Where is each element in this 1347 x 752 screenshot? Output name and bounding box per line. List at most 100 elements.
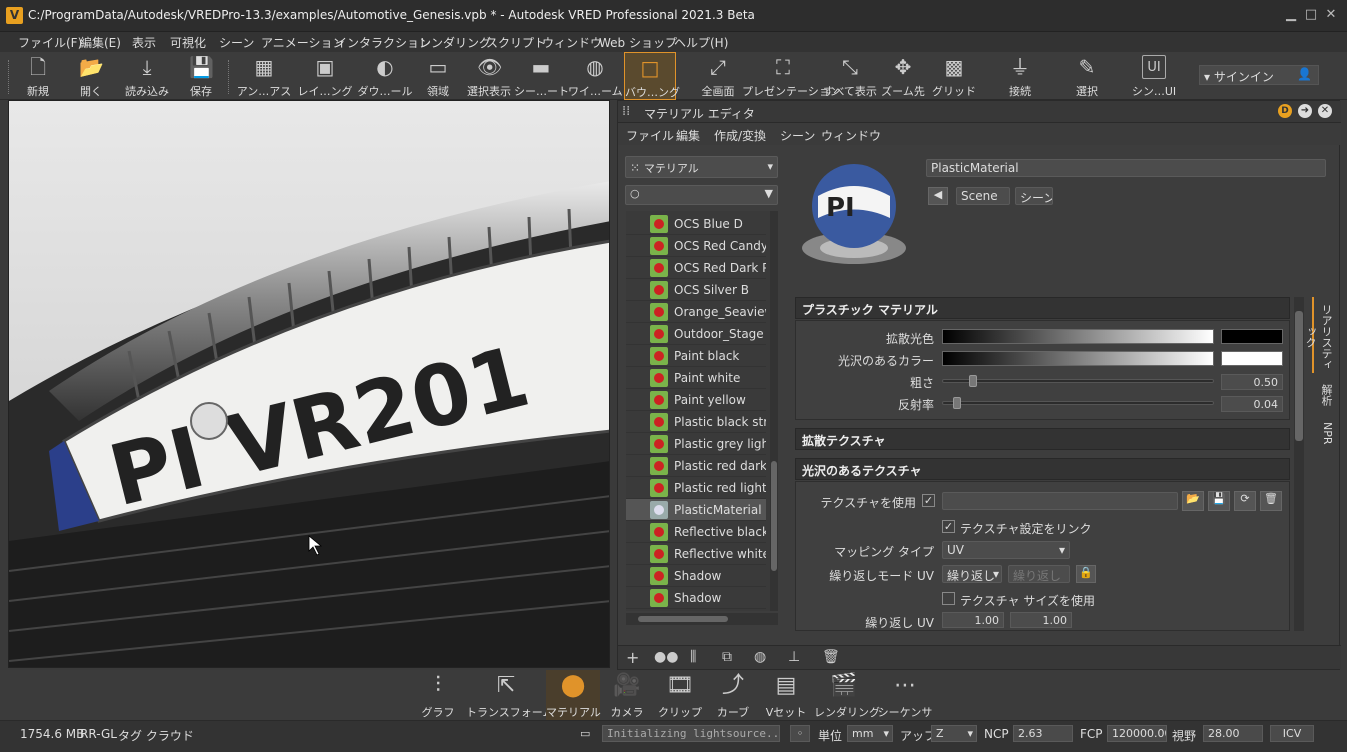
ncp-input[interactable]: 2.63 xyxy=(1013,725,1073,742)
wireframe-button[interactable]: ◍ ワイ…ーム xyxy=(568,52,623,100)
raytracing-button[interactable]: ▣ レイ…ング xyxy=(296,52,354,100)
list-item[interactable]: Outdoor_Stage xyxy=(626,323,766,345)
terminal-icon[interactable]: ▭ xyxy=(580,727,590,740)
maximize-icon[interactable]: □ xyxy=(1303,7,1319,23)
list-item[interactable]: Plastic red light xyxy=(626,477,766,499)
section-glossy-texture[interactable]: 光沢のあるテクスチャ xyxy=(795,458,1290,480)
zoom-to-button[interactable]: ✥ ズーム先 xyxy=(878,52,928,100)
section-diffuse-texture[interactable]: 拡散テクスチャ xyxy=(795,428,1290,450)
material-filter-dropdown[interactable]: ⁙ マテリアル ▾ xyxy=(625,156,778,178)
link-texture-checkbox[interactable]: ✓ xyxy=(942,520,955,533)
save-button[interactable]: 💾 保存 xyxy=(178,52,224,100)
open-folder-icon[interactable]: 📂 xyxy=(1182,491,1204,511)
menu-visualize[interactable]: 可視化 xyxy=(170,34,206,51)
scrollbar-thumb[interactable] xyxy=(638,616,728,622)
filter-icon[interactable]: ▼ xyxy=(765,187,773,200)
arrow-right-icon[interactable]: ➜ xyxy=(1298,104,1312,118)
mapping-type-select[interactable]: UV ▾ xyxy=(942,541,1070,559)
minimize-icon[interactable]: ▁ xyxy=(1283,7,1299,23)
roughness-slider[interactable] xyxy=(942,375,1214,387)
slider-knob[interactable] xyxy=(969,375,977,387)
camera-button[interactable]: 🎥 カメラ xyxy=(604,670,650,720)
use-texture-checkbox[interactable]: ✓ xyxy=(922,494,935,507)
list-scrollbar[interactable] xyxy=(770,211,778,611)
show-all-button[interactable]: ⤡ すべて表示 xyxy=(822,52,878,100)
list-item[interactable]: Reflective black xyxy=(626,521,766,543)
switch-icon[interactable]: ⫼ xyxy=(690,649,696,665)
new-button[interactable]: 🗋 新規 xyxy=(14,52,62,100)
menu-help[interactable]: ヘルプ(H) xyxy=(674,34,728,51)
simple-ui-button[interactable]: UI シン…UI xyxy=(1128,52,1180,100)
glossy-color-swatch[interactable] xyxy=(1221,351,1283,366)
section-plastic-material[interactable]: プラスチック マテリアル xyxy=(795,297,1290,319)
fov-input[interactable]: 28.00 xyxy=(1203,725,1263,742)
list-item[interactable]: Orange_Seaview xyxy=(626,301,766,323)
select-nodes-icon[interactable]: ⧉ xyxy=(722,649,732,665)
menu-script[interactable]: スクリプト xyxy=(486,34,546,51)
list-item[interactable]: Reflective white xyxy=(626,543,766,565)
me-menu-edit[interactable]: 編集 xyxy=(676,127,700,144)
glossy-color-ramp[interactable] xyxy=(942,351,1214,366)
add-icon[interactable]: + xyxy=(626,648,639,667)
menu-interaction[interactable]: インタラクション xyxy=(335,34,431,51)
scene-plate-button[interactable]: ▬ シー…ート xyxy=(514,52,569,100)
open-button[interactable]: 📂 開く xyxy=(66,52,116,100)
save-icon[interactable]: 💾 xyxy=(1208,491,1230,511)
clear-icon[interactable]: ◦ xyxy=(790,725,810,742)
list-item[interactable]: Paint yellow xyxy=(626,389,766,411)
list-item[interactable]: OCS Blue D xyxy=(626,213,766,235)
delete-icon[interactable]: 🗑 xyxy=(822,649,840,665)
list-hscrollbar[interactable] xyxy=(626,613,778,625)
toolbar-grip[interactable] xyxy=(8,60,10,94)
region-button[interactable]: ▭ 領域 xyxy=(416,52,460,100)
apply-icon[interactable]: ⊥ xyxy=(788,649,800,665)
panel-grip-icon[interactable]: ⁞⁞ xyxy=(622,104,630,119)
diffuse-color-swatch[interactable] xyxy=(1221,329,1283,344)
trash-icon[interactable]: 🗑 xyxy=(1260,491,1282,511)
graph-button[interactable]: ⫶ グラフ xyxy=(416,670,460,720)
menu-animation[interactable]: アニメーション xyxy=(261,34,345,51)
me-menu-scene[interactable]: シーン xyxy=(780,127,815,144)
connect-button[interactable]: ⏚ 接続 xyxy=(1000,52,1040,100)
me-menu-create[interactable]: 作成/変換 xyxy=(714,127,766,144)
tab-npr[interactable]: NPR xyxy=(1312,413,1334,449)
list-item[interactable]: Plastic grey light xyxy=(626,433,766,455)
icv-button[interactable]: ICV xyxy=(1270,725,1314,742)
scrollbar-thumb[interactable] xyxy=(771,461,777,571)
isolate-view-button[interactable]: 👁 選択表示 xyxy=(462,52,516,100)
roughness-value[interactable]: 0.50 xyxy=(1221,374,1283,390)
list-item[interactable]: Plastic red dark structure xyxy=(626,455,766,477)
close-panel-icon[interactable]: ✕ xyxy=(1318,104,1332,118)
material-search-input[interactable]: ○ ▼ xyxy=(625,185,778,205)
close-icon[interactable]: ✕ xyxy=(1323,7,1339,23)
tag-cloud-link[interactable]: タグ クラウド xyxy=(118,727,194,744)
dock-icon[interactable]: D xyxy=(1278,104,1292,118)
list-item-selected[interactable]: PlasticMaterial xyxy=(626,499,766,521)
grid-button[interactable]: ▩ グリッド xyxy=(930,52,978,100)
list-item[interactable]: Shadow xyxy=(626,587,766,609)
tab-realistic[interactable]: リアリスティック xyxy=(1304,297,1334,373)
list-item[interactable]: OCS Red Dark Pearl xyxy=(626,257,766,279)
material-preview[interactable]: PI xyxy=(798,156,910,268)
presentation-button[interactable]: ⛶ プレゼンテーション xyxy=(742,52,841,100)
repeat-u-value[interactable]: 1.00 xyxy=(942,612,1004,628)
menu-edit[interactable]: 編集(E) xyxy=(80,34,121,51)
repeat-mode-u-select[interactable]: 繰り返し ▾ xyxy=(942,565,1002,583)
repeat-v-value[interactable]: 1.00 xyxy=(1010,612,1072,628)
menu-view[interactable]: 表示 xyxy=(132,34,156,51)
slider-knob[interactable] xyxy=(953,397,961,409)
scene-jp-tag-button[interactable]: シーン xyxy=(1015,187,1053,205)
fcp-input[interactable]: 120000.00 xyxy=(1107,725,1167,742)
transform-button[interactable]: ⇱ トランスフォーム xyxy=(466,670,553,720)
fullscreen-button[interactable]: ⤢ 全画面 xyxy=(694,52,742,100)
tag-icon[interactable]: ◀ xyxy=(928,187,948,205)
menu-webshop[interactable]: Web ショップ xyxy=(599,34,677,51)
list-item[interactable]: OCS Silver B xyxy=(626,279,766,301)
list-item[interactable]: Paint black xyxy=(626,345,766,367)
lock-icon[interactable]: 🔒 xyxy=(1076,565,1096,583)
reflectivity-slider[interactable] xyxy=(942,397,1214,409)
tab-analytic[interactable]: 解析 xyxy=(1312,375,1334,411)
texture-path-input[interactable] xyxy=(942,492,1178,510)
signin-button[interactable]: ▾ サインイン 👤 xyxy=(1199,65,1319,85)
list-item[interactable]: OCS Red Candy xyxy=(626,235,766,257)
